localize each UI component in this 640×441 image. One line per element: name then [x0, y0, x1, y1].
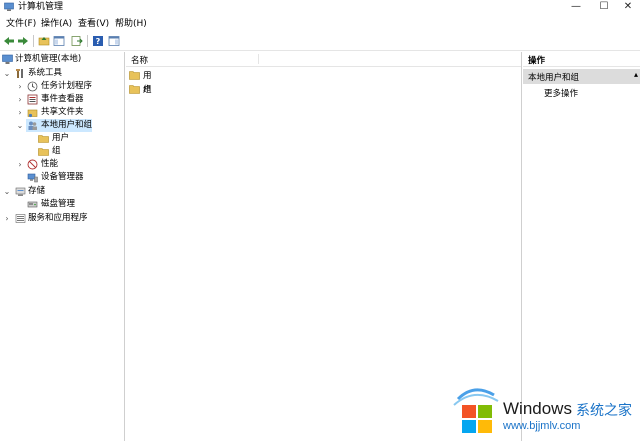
actions-pane: 操作 本地用户和组 ▴ 更多操作	[523, 52, 640, 441]
column-header[interactable]: 名称	[126, 52, 521, 67]
chevron-right-icon[interactable]: ›	[3, 212, 11, 225]
actions-section-label: 本地用户和组	[528, 73, 580, 83]
properties-pane-icon[interactable]	[108, 35, 120, 47]
help-icon[interactable]: ?	[92, 35, 104, 47]
tree-label: 磁盘管理	[41, 199, 76, 209]
computer-management-icon	[4, 2, 14, 11]
watermark-brand: Windows	[503, 399, 572, 418]
tree-label: 存储	[28, 186, 46, 196]
title-bar: 计算机管理 — ☐ ✕	[0, 0, 640, 14]
storage-icon	[15, 187, 26, 196]
folder-icon	[38, 135, 49, 143]
menu-action[interactable]: 操作(A)	[41, 19, 72, 30]
tree-label: 服务和应用程序	[28, 213, 88, 223]
menu-bar: 文件(F) 操作(A) 查看(V) 帮助(H)	[0, 17, 640, 31]
actions-header: 操作	[523, 52, 640, 67]
export-list-icon[interactable]	[71, 35, 83, 47]
tree-item-users[interactable]: 用户	[38, 132, 118, 145]
actions-title: 操作	[528, 56, 546, 66]
tree-item-system-tools[interactable]: ⌄ 系统工具	[2, 67, 112, 80]
tree-item-storage[interactable]: ⌄ 存储	[2, 185, 112, 198]
tree-label: 本地用户和组	[41, 120, 93, 130]
tree-item-disk-management[interactable]: 磁盘管理	[15, 198, 120, 211]
tree-label: 事件查看器	[41, 94, 84, 104]
collapse-arrow-icon[interactable]: ▴	[634, 70, 638, 79]
list-pane: 名称 用户 组	[126, 52, 522, 441]
menu-help[interactable]: 帮助(H)	[115, 19, 147, 30]
watermark-site-name: 系统之家	[576, 403, 632, 419]
close-button[interactable]: ✕	[614, 0, 640, 14]
tree-label: 组	[52, 146, 61, 156]
shared-folder-icon	[27, 109, 38, 118]
users-icon	[28, 121, 37, 130]
chevron-right-icon[interactable]: ›	[16, 93, 24, 106]
back-icon[interactable]	[3, 35, 15, 47]
tree-label: 共享文件夹	[41, 107, 84, 117]
folder-icon	[38, 148, 49, 156]
chevron-right-icon[interactable]: ›	[16, 80, 24, 93]
tree-item-device-manager[interactable]: 设备管理器	[15, 171, 120, 184]
toolbar: ?	[0, 32, 640, 51]
toolbar-separator	[87, 35, 88, 47]
column-name-label: 名称	[131, 56, 149, 66]
tree-item-performance[interactable]: › 性能	[15, 158, 120, 171]
tree-item-event-viewer[interactable]: › 事件查看器	[15, 93, 120, 106]
list-item-label: 组	[143, 85, 152, 95]
forward-icon[interactable]	[17, 35, 29, 47]
menu-view[interactable]: 查看(V)	[78, 19, 109, 30]
folder-icon	[129, 85, 140, 94]
tools-icon	[16, 69, 23, 78]
minimize-button[interactable]: —	[562, 0, 590, 14]
performance-icon	[27, 159, 38, 170]
chevron-right-icon[interactable]: ›	[16, 106, 24, 119]
column-separator[interactable]	[258, 54, 259, 64]
tree-item-task-scheduler[interactable]: › 任务计划程序	[15, 80, 120, 93]
show-hide-tree-icon[interactable]	[53, 35, 65, 47]
up-folder-icon[interactable]	[38, 35, 50, 47]
toolbar-separator	[33, 35, 34, 47]
tree-item-local-users-groups[interactable]: ⌄ 本地用户和组	[15, 119, 120, 132]
chevron-down-icon[interactable]: ⌄	[16, 119, 24, 132]
tree-label: 用户	[52, 133, 70, 143]
device-manager-icon	[27, 173, 38, 183]
chevron-right-icon[interactable]: ›	[16, 158, 24, 171]
tree-label: 任务计划程序	[41, 81, 93, 91]
tree-item-services-apps[interactable]: › 服务和应用程序	[2, 212, 117, 225]
disk-icon	[27, 201, 38, 208]
svg-text:?: ?	[96, 37, 101, 46]
menu-file[interactable]: 文件(F)	[6, 19, 36, 30]
tree-item-shared-folders[interactable]: › 共享文件夹	[15, 106, 120, 119]
event-viewer-icon	[27, 94, 38, 105]
more-actions-link[interactable]: 更多操作	[544, 87, 578, 99]
console-tree: 计算机管理(本地) ⌄ 系统工具 › 任务计划程序 › 事件查看器 › 共享文件…	[0, 52, 125, 441]
chevron-down-icon[interactable]: ⌄	[3, 67, 11, 80]
tree-label: 计算机管理(本地)	[15, 54, 82, 64]
tree-label: 系统工具	[28, 68, 63, 78]
computer-management-icon	[2, 54, 13, 64]
chevron-down-icon[interactable]: ⌄	[3, 185, 11, 198]
tree-item-groups[interactable]: 组	[38, 145, 118, 158]
window-title: 计算机管理	[18, 2, 64, 12]
actions-section-local-users[interactable]: 本地用户和组 ▴	[523, 69, 640, 84]
watermark-url: www.bjjmlv.com	[503, 420, 581, 432]
folder-icon	[129, 71, 140, 80]
tree-label: 性能	[41, 159, 59, 169]
services-icon	[15, 214, 26, 223]
tree-label: 设备管理器	[41, 172, 84, 182]
clock-icon	[27, 81, 38, 92]
